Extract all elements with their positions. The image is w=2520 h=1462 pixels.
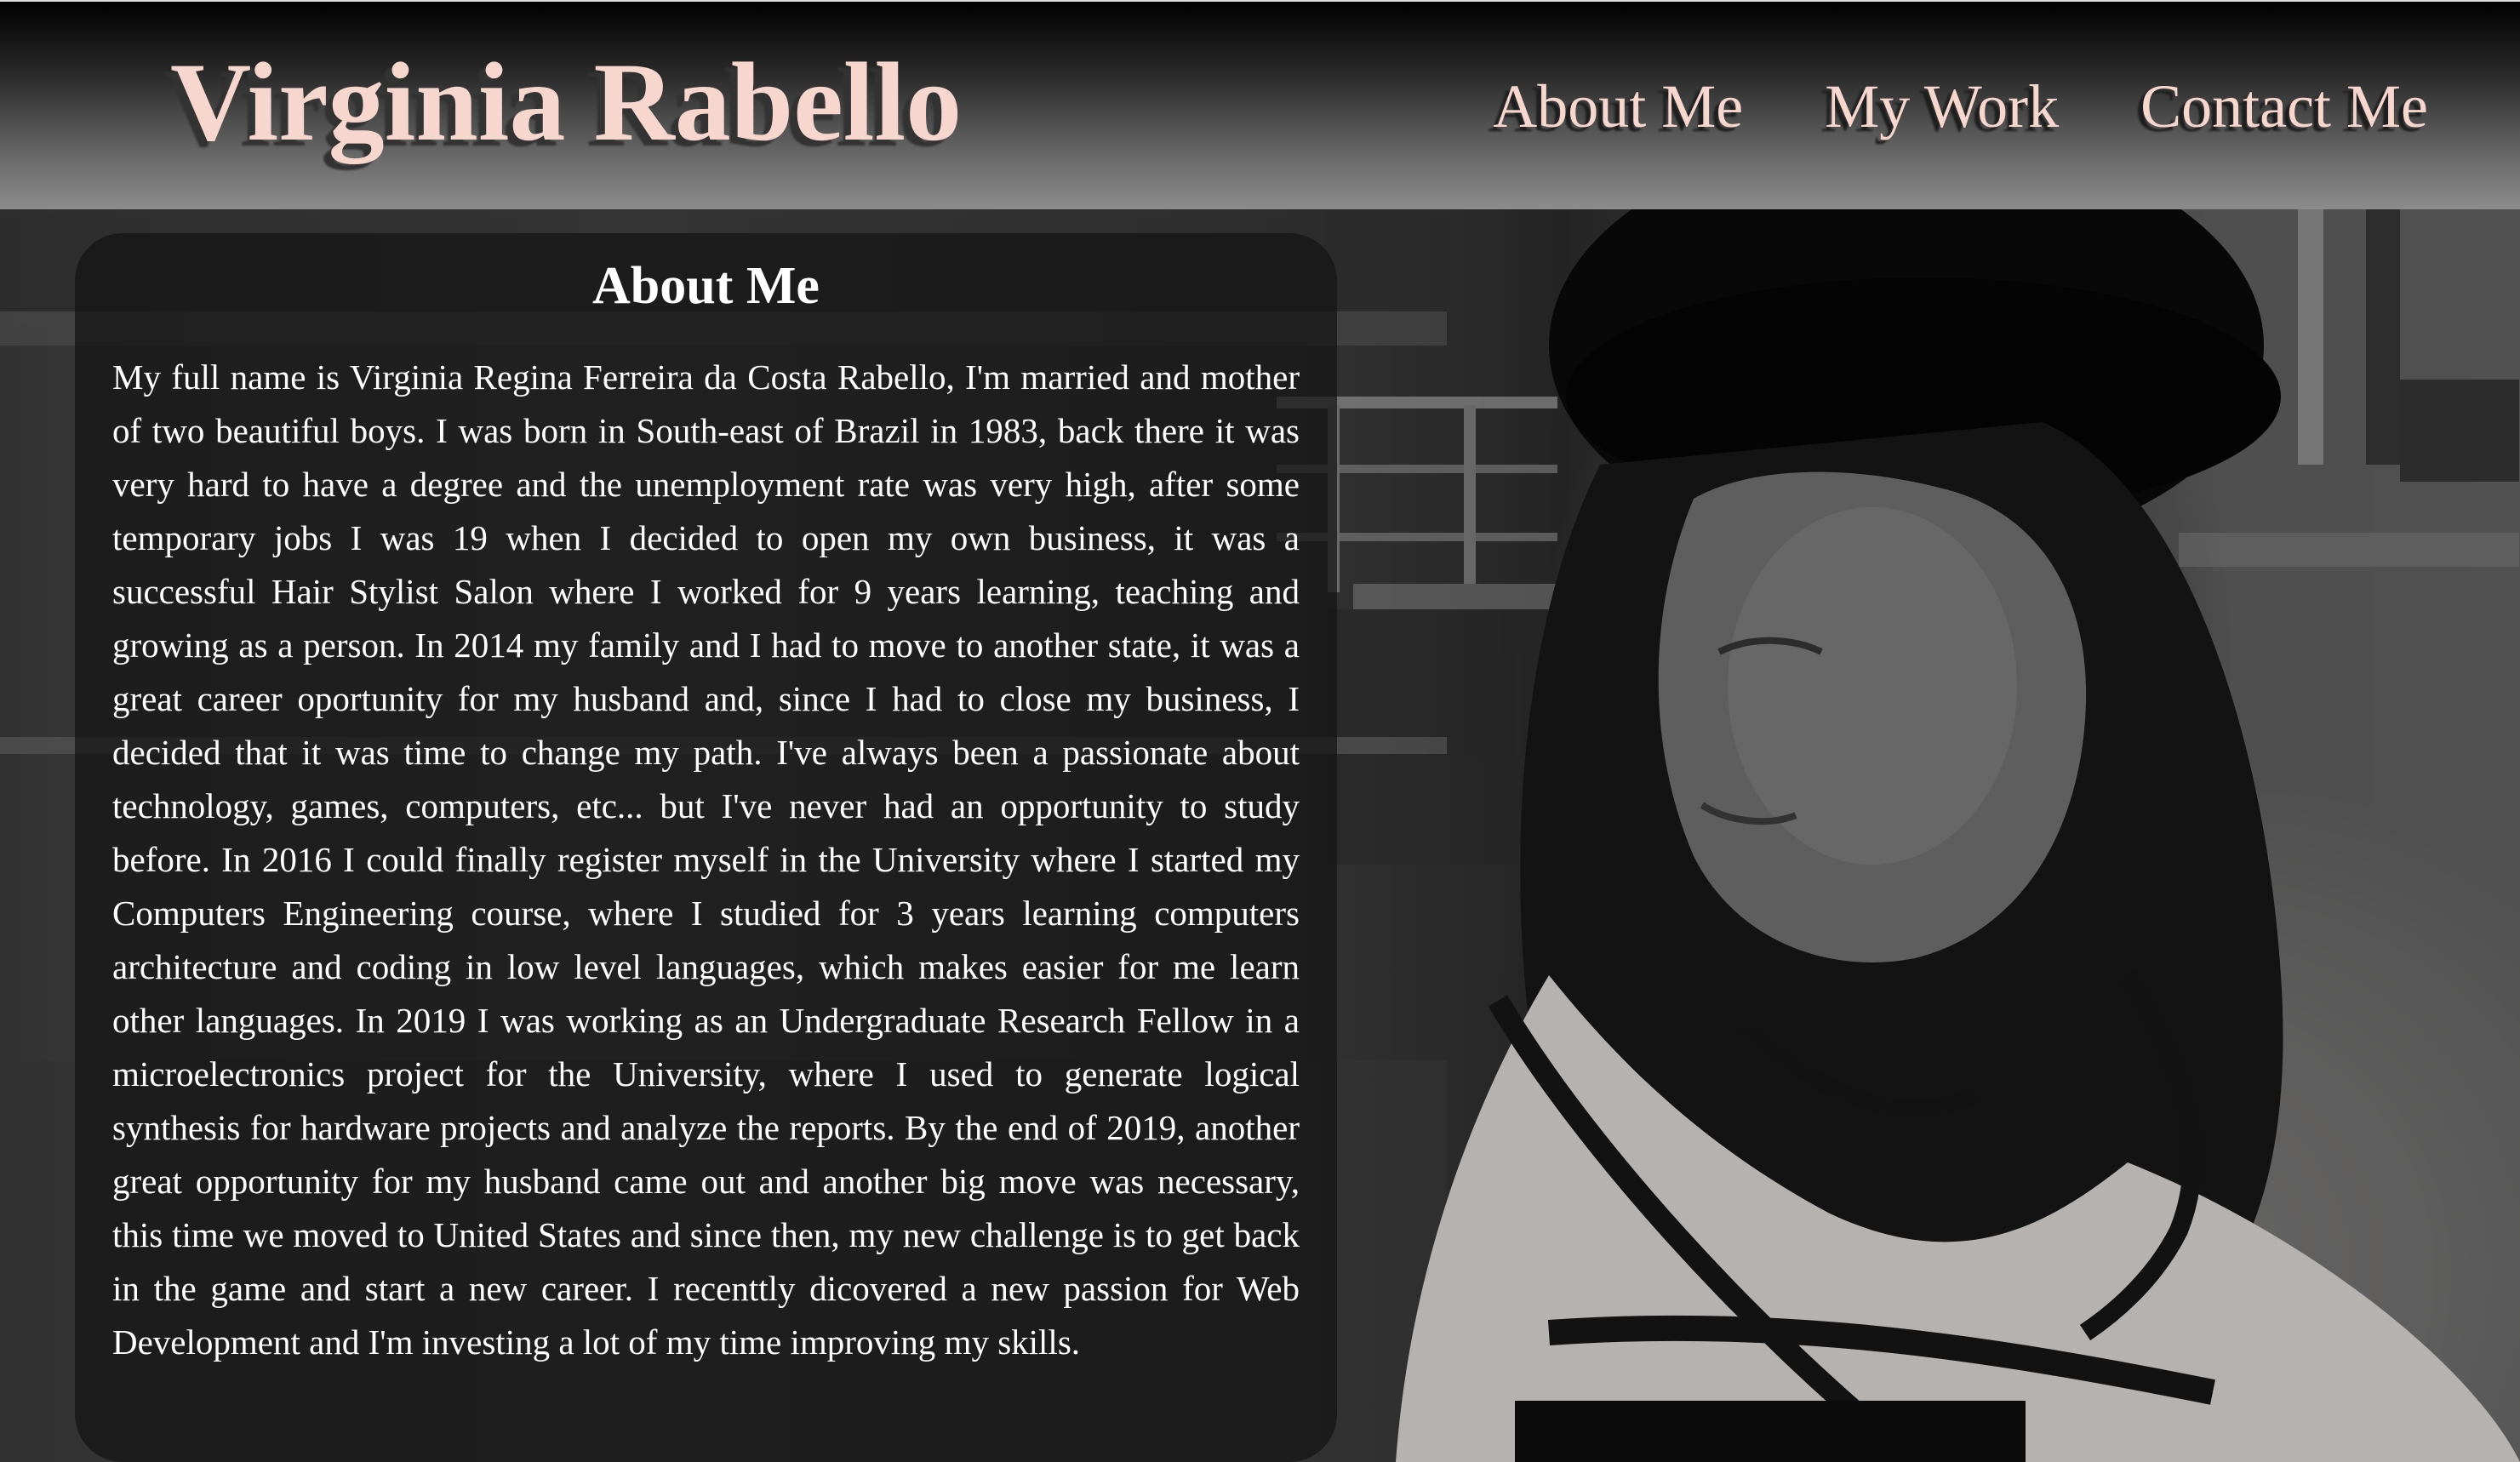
- about-me-text: My full name is Virginia Regina Ferreira…: [112, 357, 1300, 1362]
- nav-contact-me[interactable]: Contact Me: [2140, 68, 2428, 145]
- main-nav: About Me My Work Contact Me: [1493, 68, 2428, 145]
- about-me-card: About Me My full name is Virginia Regina…: [75, 233, 1337, 1462]
- site-header: Virginia Rabello About Me My Work Contac…: [0, 0, 2520, 209]
- nav-about-me[interactable]: About Me: [1493, 68, 1743, 145]
- site-title: Virginia Rabello: [170, 39, 963, 164]
- nav-my-work[interactable]: My Work: [1825, 68, 2059, 145]
- about-me-heading: About Me: [592, 257, 820, 315]
